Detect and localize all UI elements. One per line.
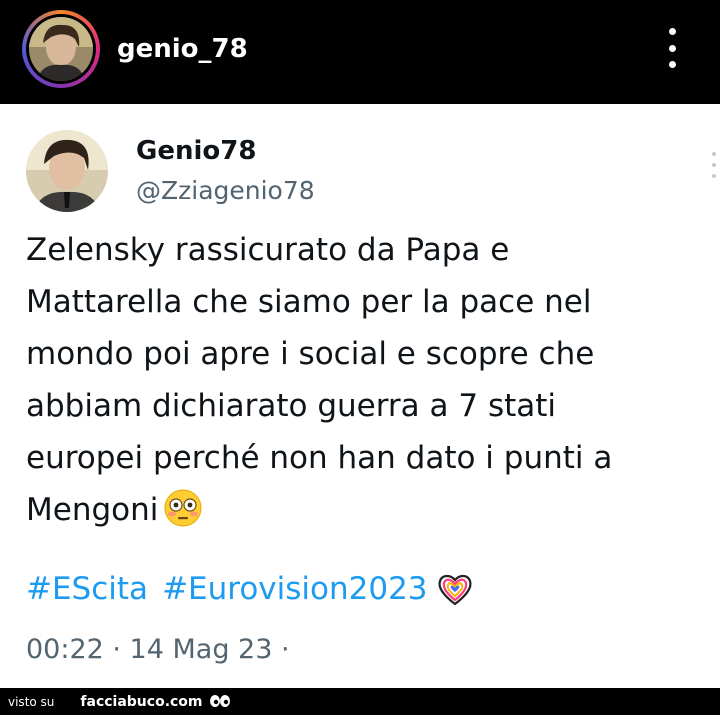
tweet-author-avatar[interactable]: [26, 130, 108, 212]
tweet-author-handle[interactable]: @Zziagenio78: [136, 176, 315, 205]
tweet-more-icon[interactable]: [711, 152, 717, 178]
header-username[interactable]: genio_78: [117, 34, 248, 64]
eurovision-heart-icon: [437, 574, 472, 606]
tweet-text-line: Mengoni: [26, 492, 159, 528]
instagram-header: genio_78: [0, 0, 720, 100]
hashtag-link[interactable]: #EScita: [26, 571, 148, 607]
flushed-face-icon: [164, 489, 202, 527]
tweet-text-line: Zelensky rassicurato da Papa e: [26, 232, 510, 268]
avatar: [26, 130, 108, 212]
tweet-text-last-line: Mengoni: [26, 484, 706, 536]
avatar: [29, 17, 93, 81]
eyes-logo-icon: [209, 694, 230, 707]
tweet-text-line: abbiam dichiarato guerra a 7 stati: [26, 388, 557, 424]
tweet-timestamp[interactable]: 00:22 · 14 Mag 23 ·: [26, 634, 290, 665]
tweet-text-line: Mattarella che siamo per la pace nel: [26, 284, 592, 320]
tweet-text: Zelensky rassicurato da Papa e Mattarell…: [26, 224, 706, 536]
tweet-card: Genio78 @Zziagenio78 Zelensky rassicurat…: [0, 104, 720, 688]
tweet-text-line: europei perché non han dato i punti a: [26, 440, 613, 476]
footer-prefix: visto su: [8, 694, 55, 709]
tweet-hashtags: #EScita #Eurovision2023: [26, 570, 474, 608]
more-options-icon[interactable]: [662, 28, 682, 68]
tweet-text-line: mondo poi apre i social e scopre che: [26, 336, 595, 372]
tweet-author-name[interactable]: Genio78: [136, 136, 256, 166]
story-ring-avatar[interactable]: [22, 10, 100, 88]
hashtag-link[interactable]: #Eurovision2023: [162, 571, 427, 607]
footer-site: facciabuco.com: [80, 693, 203, 710]
watermark-footer: visto su facciabuco.com: [0, 688, 720, 715]
